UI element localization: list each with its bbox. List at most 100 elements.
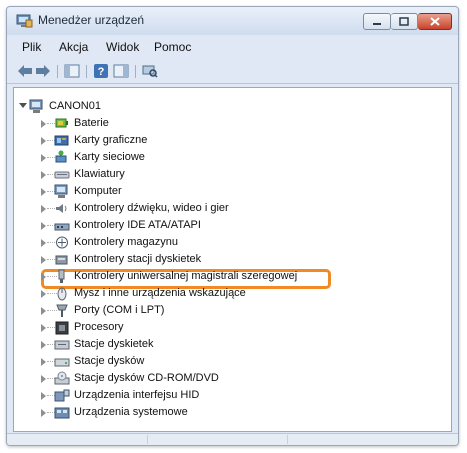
tree-root-label: CANON01 <box>49 100 101 112</box>
tree-item-label: Urządzenia systemowe <box>74 406 188 418</box>
title-bar[interactable]: Menedżer urządzeń <box>7 7 458 35</box>
tree-root[interactable]: CANON01 <box>14 98 451 115</box>
tree-item[interactable]: Kontrolery magazynu <box>14 234 451 251</box>
tree-item-label: Komputer <box>74 185 122 197</box>
display-adapter-icon <box>54 135 69 146</box>
expand-icon[interactable] <box>41 307 46 315</box>
keyboard-icon <box>54 171 70 179</box>
computer-icon <box>29 99 43 113</box>
show-hide-console-tree-button[interactable] <box>64 63 80 79</box>
port-icon <box>56 304 68 317</box>
tree-item[interactable]: Baterie <box>14 115 451 132</box>
expand-icon[interactable] <box>41 358 46 366</box>
menu-pomoc[interactable]: Pomoc <box>154 40 191 54</box>
ide-controller-icon <box>54 223 70 231</box>
cdrom-icon <box>54 371 70 385</box>
hid-icon <box>54 389 70 402</box>
tree-item-label: Karty sieciowe <box>74 151 145 163</box>
tree-item-label: Mysz i inne urządzenia wskazujące <box>74 287 246 299</box>
maximize-button[interactable] <box>391 13 418 30</box>
device-manager-window: Menedżer urządzeń Plik Akcja Widok Pomoc… <box>6 6 459 446</box>
close-button[interactable] <box>418 13 452 30</box>
status-pane <box>7 435 148 444</box>
menu-akcja[interactable]: Akcja <box>59 40 88 54</box>
tree-item[interactable]: Karty graficzne <box>14 132 451 149</box>
expand-icon[interactable] <box>41 273 46 281</box>
tree-item-label: Porty (COM i LPT) <box>74 304 165 316</box>
processor-icon <box>55 321 69 335</box>
expand-icon[interactable] <box>41 120 46 128</box>
expand-icon[interactable] <box>41 239 46 247</box>
expand-icon[interactable] <box>41 375 46 383</box>
storage-controller-icon <box>56 236 68 249</box>
scan-hardware-icon <box>142 65 158 78</box>
expand-icon[interactable] <box>41 222 46 230</box>
device-manager-icon <box>16 14 33 28</box>
maximize-icon <box>399 17 409 26</box>
expand-icon[interactable] <box>41 324 46 332</box>
expand-icon[interactable] <box>41 341 46 349</box>
disk-drive-icon <box>54 358 70 367</box>
battery-icon <box>55 118 68 128</box>
tree-item[interactable]: Urządzenia systemowe <box>14 404 451 421</box>
tree-item-highlighted[interactable]: Kontrolery uniwersalnej magistrali szere… <box>14 268 451 285</box>
status-pane <box>147 435 288 444</box>
expand-icon[interactable] <box>41 409 46 417</box>
minimize-button[interactable] <box>363 13 391 30</box>
tree-item[interactable]: Stacje dysków <box>14 353 451 370</box>
expand-icon[interactable] <box>41 137 46 145</box>
expand-icon[interactable] <box>41 188 46 196</box>
tree-item-label: Kontrolery magazynu <box>74 236 178 248</box>
expand-icon[interactable] <box>41 256 46 264</box>
menu-plik[interactable]: Plik <box>22 40 41 54</box>
tree-item[interactable]: Stacje dyskietek <box>14 336 451 353</box>
expand-icon[interactable] <box>41 392 46 400</box>
tree-item[interactable]: Procesory <box>14 319 451 336</box>
tree-item-label: Procesory <box>74 321 124 333</box>
tree-item-label: Stacje dyskietek <box>74 338 154 350</box>
device-tree[interactable]: CANON01 Baterie Karty graficzne Karty siec… <box>13 87 452 432</box>
scan-hardware-button[interactable] <box>142 63 158 79</box>
tree-item-label: Kontrolery stacji dyskietek <box>74 253 202 265</box>
help-button[interactable]: ? <box>93 63 109 79</box>
forward-icon <box>36 65 50 77</box>
system-devices-icon <box>54 407 70 419</box>
tree-item-label: Klawiatury <box>74 168 125 180</box>
tree-item[interactable]: Porty (COM i LPT) <box>14 302 451 319</box>
tree-item[interactable]: Kontrolery stacji dyskietek <box>14 251 451 268</box>
menu-widok[interactable]: Widok <box>106 40 139 54</box>
tree-item[interactable]: Urządzenia interfejsu HID <box>14 387 451 404</box>
svg-text:?: ? <box>98 66 105 78</box>
expand-icon[interactable] <box>41 290 46 298</box>
collapse-icon[interactable] <box>19 103 27 108</box>
tree-item[interactable]: Klawiatury <box>14 166 451 183</box>
network-adapter-icon <box>55 150 67 163</box>
tree-item-label: Stacje dysków <box>74 355 145 367</box>
expand-icon[interactable] <box>41 154 46 162</box>
tree-item[interactable]: Komputer <box>14 183 451 200</box>
tree-item[interactable]: Kontrolery IDE ATA/ATAPI <box>14 217 451 234</box>
tree-item-label: Karty graficzne <box>74 134 148 146</box>
tree-item[interactable]: Kontrolery dźwięku, wideo i gier <box>14 200 451 217</box>
minimize-icon <box>373 22 381 25</box>
tree-item-label: Kontrolery dźwięku, wideo i gier <box>74 202 229 214</box>
tree-item[interactable]: Stacje dysków CD-ROM/DVD <box>14 370 451 387</box>
help-icon: ? <box>94 64 108 78</box>
sound-icon <box>56 204 67 213</box>
back-button[interactable] <box>17 63 33 79</box>
tree-item-label: Urządzenia interfejsu HID <box>74 389 200 401</box>
menu-bar: Plik Akcja Widok Pomoc <box>7 37 458 57</box>
window-title: Menedżer urządzeń <box>38 13 145 27</box>
tree-item[interactable]: Mysz i inne urządzenia wskazujące <box>14 285 451 302</box>
expand-icon[interactable] <box>41 205 46 213</box>
floppy-drive-icon <box>54 340 70 350</box>
floppy-controller-icon <box>55 255 68 265</box>
show-hide-console-tree-icon <box>64 64 80 78</box>
forward-button[interactable] <box>35 63 51 79</box>
tree-item[interactable]: Karty sieciowe <box>14 149 451 166</box>
tree-item-label: Stacje dysków CD-ROM/DVD <box>74 372 219 384</box>
computer-icon <box>54 184 68 198</box>
expand-icon[interactable] <box>41 171 46 179</box>
tree-item-label: Kontrolery uniwersalnej magistrali szere… <box>74 270 298 282</box>
action-pane-button[interactable] <box>113 63 129 79</box>
